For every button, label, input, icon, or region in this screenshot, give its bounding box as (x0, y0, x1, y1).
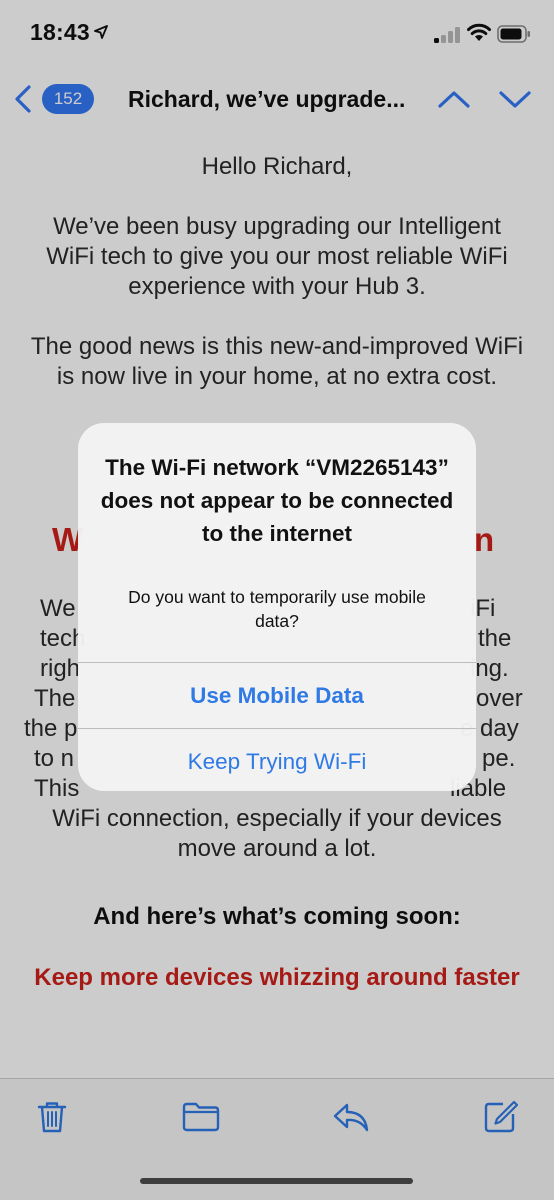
alert-title: The Wi-Fi network “VM2265143” does not a… (100, 455, 454, 546)
alert-message: Do you want to temporarily use mobile da… (128, 587, 426, 631)
screen: 18:43 152 Richard, we’ve upgrade... Hell… (0, 0, 554, 1200)
use-mobile-data-button[interactable]: Use Mobile Data (78, 663, 476, 729)
wifi-alert-dialog: The Wi-Fi network “VM2265143” does not a… (78, 423, 476, 791)
keep-trying-wifi-button[interactable]: Keep Trying Wi-Fi (78, 729, 476, 791)
